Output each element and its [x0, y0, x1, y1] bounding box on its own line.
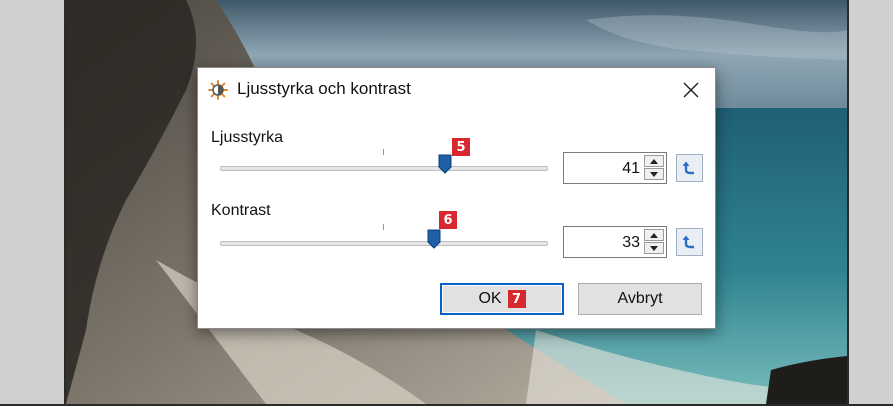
- close-button[interactable]: [673, 74, 709, 106]
- callout-badge-5: 5: [452, 138, 470, 156]
- contrast-value: 33: [622, 234, 640, 251]
- slider-thumb[interactable]: [427, 229, 441, 249]
- cancel-label: Avbryt: [617, 290, 663, 307]
- decrement-button[interactable]: [644, 168, 664, 180]
- left-panel: [0, 0, 66, 406]
- callout-badge-6: 6: [439, 211, 457, 229]
- close-icon: [683, 82, 699, 98]
- chevron-down-icon: [650, 245, 658, 251]
- decrement-button[interactable]: [644, 242, 664, 254]
- chevron-down-icon: [650, 171, 658, 177]
- contrast-spinner: [644, 229, 664, 255]
- slider-thumb[interactable]: [438, 154, 452, 174]
- increment-button[interactable]: [644, 155, 664, 167]
- brightness-value-field[interactable]: 41: [563, 152, 667, 184]
- undo-icon: [682, 161, 694, 175]
- brightness-contrast-dialog: Ljusstyrka och kontrast Ljusstyrka 5 41: [197, 67, 716, 329]
- slider-track: [220, 166, 548, 171]
- contrast-label: Kontrast: [211, 202, 271, 219]
- dialog-title-bar[interactable]: Ljusstyrka och kontrast: [198, 68, 715, 112]
- chevron-up-icon: [650, 232, 658, 238]
- brightness-label: Ljusstyrka: [211, 129, 284, 146]
- brightness-sun-icon: [208, 80, 228, 100]
- cancel-button[interactable]: Avbryt: [578, 283, 702, 315]
- brightness-spinner: [644, 155, 664, 181]
- brightness-slider[interactable]: [220, 149, 548, 179]
- brightness-reset-button[interactable]: [676, 154, 703, 182]
- ok-button[interactable]: OK 7: [440, 283, 564, 315]
- undo-icon: [682, 235, 694, 249]
- increment-button[interactable]: [644, 229, 664, 241]
- slider-track: [220, 241, 548, 246]
- callout-badge-7: 7: [507, 290, 526, 308]
- contrast-value-field[interactable]: 33: [563, 226, 667, 258]
- slider-center-tick: [383, 149, 384, 155]
- contrast-reset-button[interactable]: [676, 228, 703, 256]
- dialog-title: Ljusstyrka och kontrast: [237, 79, 411, 98]
- brightness-value: 41: [622, 160, 640, 177]
- slider-center-tick: [383, 224, 384, 230]
- ok-label: OK: [478, 290, 502, 307]
- chevron-up-icon: [650, 158, 658, 164]
- right-panel: [847, 0, 893, 406]
- contrast-slider[interactable]: [220, 224, 548, 254]
